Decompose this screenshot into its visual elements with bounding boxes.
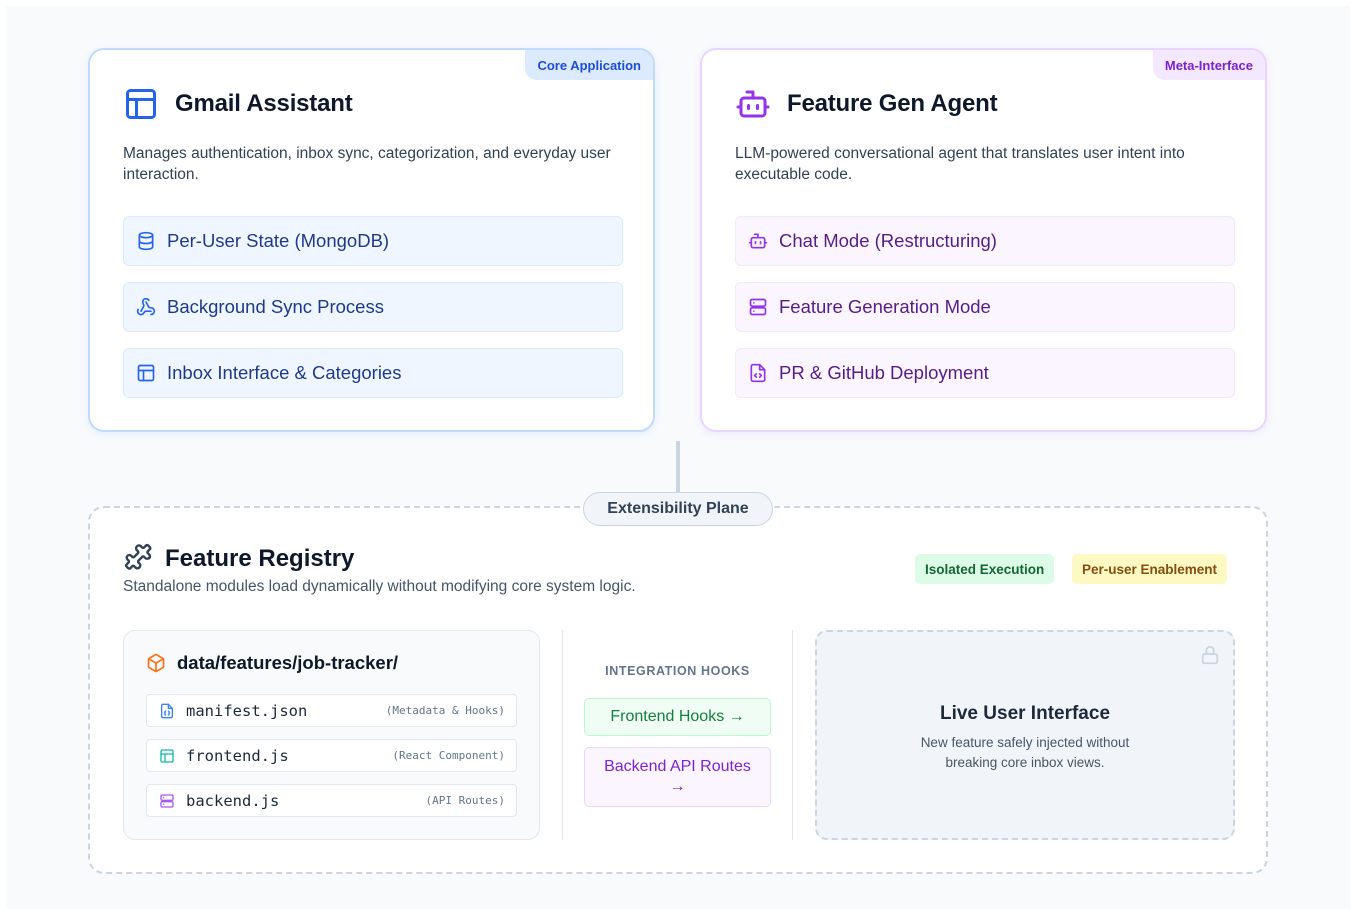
component-icon <box>160 748 174 763</box>
extensibility-plane-label: Extensibility Plane <box>583 492 773 526</box>
file-row-frontend: frontend.js (React Component) <box>146 739 517 772</box>
bot-icon <box>748 233 768 249</box>
core-application-badge: Core Application <box>525 50 653 80</box>
component-label: Per-User State (MongoDB) <box>167 230 390 251</box>
folder-header: data/features/job-tracker/ <box>146 652 398 674</box>
component-inbox-interface: Inbox Interface & Categories <box>123 348 623 398</box>
component-label: PR & GitHub Deployment <box>779 362 989 383</box>
card-description: Manages authentication, inbox sync, cate… <box>123 145 611 183</box>
gmail-card-header: Gmail Assistant <box>123 86 353 122</box>
component-per-user-state: Per-User State (MongoDB) <box>123 216 623 266</box>
per-user-enablement-tag: Per-user Enablement <box>1072 554 1228 584</box>
live-user-interface-panel: Live User Interface New feature safely i… <box>815 630 1235 840</box>
component-pr-deployment: PR & GitHub Deployment <box>735 348 1235 398</box>
webhook-icon <box>136 297 156 316</box>
backend-routes-box: Backend API Routes → <box>584 747 771 807</box>
component-label: Chat Mode (Restructuring) <box>779 230 997 251</box>
layout-icon <box>137 364 155 382</box>
bot-icon <box>736 90 770 118</box>
component-background-sync: Background Sync Process <box>123 282 623 332</box>
layout-icon <box>126 89 156 119</box>
file-name: manifest.json <box>186 701 308 720</box>
meta-interface-badge: Meta-Interface <box>1152 50 1265 80</box>
frontend-hooks-box: Frontend Hooks → <box>584 698 771 736</box>
live-ui-description: New feature safely injected without brea… <box>920 735 1130 770</box>
file-note: (Metadata & Hooks) <box>385 704 505 717</box>
package-icon <box>147 653 165 673</box>
lock-icon <box>1201 645 1219 665</box>
file-code-icon <box>750 363 766 383</box>
connector-line <box>676 441 680 495</box>
file-note: (API Routes) <box>425 794 505 807</box>
file-json-icon <box>161 703 173 718</box>
folder-path: data/features/job-tracker/ <box>177 652 399 673</box>
component-label: Inbox Interface & Categories <box>167 362 402 383</box>
agent-card-header: Feature Gen Agent <box>735 86 998 122</box>
feature-gen-agent-card: Meta-Interface Feature Gen Agent LLM-pow… <box>700 48 1267 432</box>
isolated-execution-tag: Isolated Execution <box>915 554 1055 584</box>
database-icon <box>138 231 154 251</box>
live-ui-title: Live User Interface <box>939 703 1111 724</box>
component-feature-generation: Feature Generation Mode <box>735 282 1235 332</box>
file-row-backend: backend.js (API Routes) <box>146 784 517 817</box>
registry-header: Feature Registry <box>123 543 354 575</box>
integration-hooks-label: INTEGRATION HOOKS <box>605 664 750 678</box>
divider-left <box>562 630 563 840</box>
file-row-manifest: manifest.json (Metadata & Hooks) <box>146 694 517 727</box>
server-icon <box>749 298 767 316</box>
card-title: Gmail Assistant <box>175 90 353 117</box>
file-name: frontend.js <box>186 746 289 765</box>
gmail-assistant-card: Core Application Gmail Assistant Manages… <box>88 48 655 432</box>
card-description: LLM-powered conversational agent that tr… <box>735 145 1185 183</box>
puzzle-icon <box>124 543 152 570</box>
component-label: Feature Generation Mode <box>779 296 991 317</box>
component-label: Background Sync Process <box>167 296 384 317</box>
file-note: (React Component) <box>392 749 505 762</box>
registry-description: Standalone modules load dynamically with… <box>123 578 636 595</box>
card-title: Feature Gen Agent <box>787 90 998 117</box>
divider-right <box>792 630 793 840</box>
server-icon <box>160 793 174 808</box>
component-chat-mode: Chat Mode (Restructuring) <box>735 216 1235 266</box>
registry-title: Feature Registry <box>165 545 355 572</box>
file-name: backend.js <box>186 791 280 810</box>
